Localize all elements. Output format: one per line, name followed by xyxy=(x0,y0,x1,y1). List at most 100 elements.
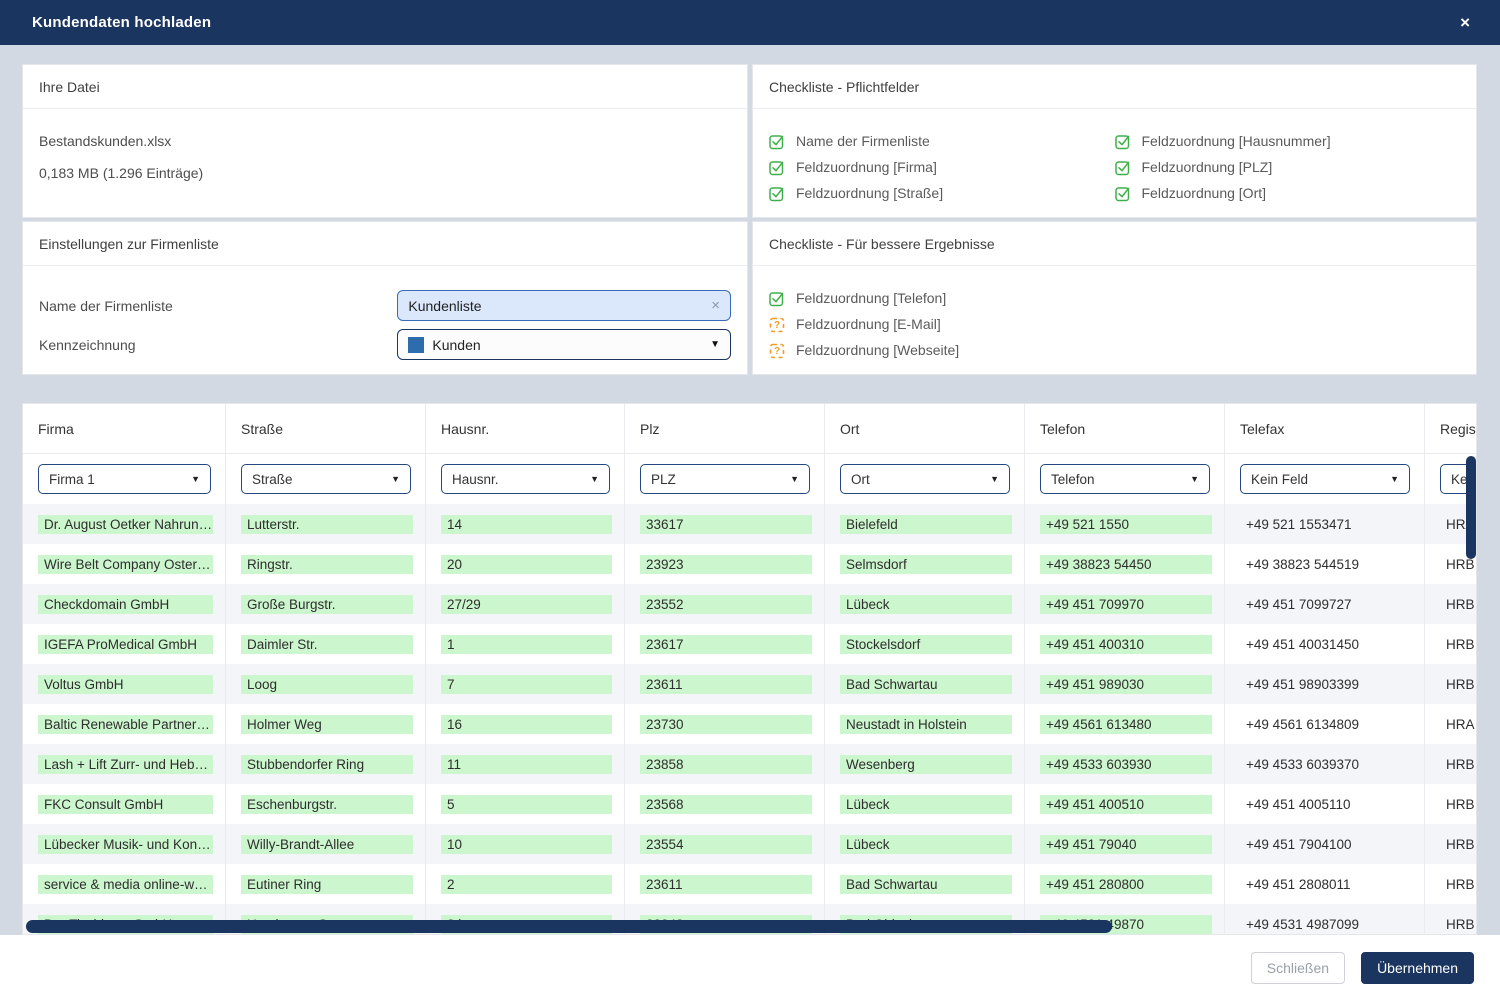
column-mapping-select[interactable]: Firma 1 ▼ xyxy=(38,464,211,494)
checked-icon xyxy=(769,290,786,307)
mapped-cell-value: Große Burgstr. xyxy=(241,595,413,614)
table-row: Lübecker Musik- und Kon…Willy-Brandt-All… xyxy=(23,824,1477,864)
required-checklist-title: Checkliste - Pflichtfelder xyxy=(753,65,1476,109)
chevron-down-icon: ▼ xyxy=(185,474,200,484)
table-cell: +49 451 709970 xyxy=(1025,584,1225,624)
mapped-cell-value: Daimler Str. xyxy=(241,635,413,654)
mapped-cell-value: Bad Schwartau xyxy=(840,875,1012,894)
table-cell: Bielefeld xyxy=(825,504,1025,544)
table-cell: Ringstr. xyxy=(226,544,426,584)
table-cell: Voltus GmbH xyxy=(23,664,226,704)
table-cell: Große Burgstr. xyxy=(226,584,426,624)
list-name-value: Kundenliste xyxy=(408,298,481,314)
mapped-cell-value: +49 4533 603930 xyxy=(1040,755,1212,774)
table-cell: +49 451 40031450 xyxy=(1225,624,1425,664)
table-cell: Selmsdorf xyxy=(825,544,1025,584)
settings-panel: Einstellungen zur Firmenliste Name der F… xyxy=(22,221,748,375)
table-row: FKC Consult GmbHEschenburgstr.523568Lübe… xyxy=(23,784,1477,824)
table-cell: HRB xyxy=(1425,664,1477,704)
column-mapping-select[interactable]: Straße▼ xyxy=(241,464,411,494)
table-cell: +49 451 4005110 xyxy=(1225,784,1425,824)
horizontal-scrollbar[interactable] xyxy=(26,920,1112,933)
column-mapping-select[interactable]: Hausnr.▼ xyxy=(441,464,610,494)
cell-value: +49 451 2808011 xyxy=(1240,875,1412,894)
column-mapping-cell: Straße▼ xyxy=(226,454,426,504)
close-button[interactable]: Schließen xyxy=(1251,952,1345,984)
column-header: Plz xyxy=(625,404,825,454)
mapped-cell-value: Lübeck xyxy=(840,595,1012,614)
table-cell: 23611 xyxy=(625,864,825,904)
table-cell: service & media online-w… xyxy=(23,864,226,904)
mapped-cell-value: 23611 xyxy=(640,875,812,894)
clear-input-icon[interactable]: × xyxy=(711,297,720,314)
question-icon: ? xyxy=(769,316,786,333)
mapped-cell-value: +49 451 709970 xyxy=(1040,595,1212,614)
mapping-select-value: Telefon xyxy=(1051,472,1095,487)
column-header: Telefax xyxy=(1225,404,1425,454)
apply-button[interactable]: Übernehmen xyxy=(1361,952,1474,984)
tag-select[interactable]: Kunden ▼ xyxy=(397,329,731,360)
table-cell: 5 xyxy=(426,784,625,824)
close-icon[interactable]: × xyxy=(1460,14,1470,31)
mapped-cell-value: 23858 xyxy=(640,755,812,774)
list-name-label: Name der Firmenliste xyxy=(39,298,397,314)
mapping-select-value: Firma 1 xyxy=(49,472,95,487)
mapping-select-value: Straße xyxy=(252,472,293,487)
table-cell: +49 451 79040 xyxy=(1025,824,1225,864)
required-checklist-panel: Checkliste - Pflichtfelder Name der Firm… xyxy=(752,64,1477,218)
mapped-cell-value: Ringstr. xyxy=(241,555,413,574)
table-cell: 33617 xyxy=(625,504,825,544)
table-cell: Dr. August Oetker Nahrun… xyxy=(23,504,226,544)
cell-value: +49 521 1553471 xyxy=(1240,515,1412,534)
cell-value: +49 451 4005110 xyxy=(1240,795,1412,814)
mapped-cell-value: Lash + Lift Zurr- und Heb… xyxy=(38,755,213,774)
mapped-cell-value: Lübeck xyxy=(840,795,1012,814)
column-header: Hausnr. xyxy=(426,404,625,454)
mapped-cell-value: Voltus GmbH xyxy=(38,675,213,694)
mapped-cell-value: +49 451 79040 xyxy=(1040,835,1212,854)
checklist-item-label: Feldzuordnung [Telefon] xyxy=(796,290,946,306)
column-mapping-cell: Telefon▼ xyxy=(1025,454,1225,504)
table-row: Wire Belt Company Oster…Ringstr.2023923S… xyxy=(23,544,1477,584)
table-cell: HRB xyxy=(1425,824,1477,864)
mapping-select-value: PLZ xyxy=(651,472,676,487)
table-cell: Eutiner Ring xyxy=(226,864,426,904)
checked-icon xyxy=(1115,185,1132,202)
mapped-cell-value: Wesenberg xyxy=(840,755,1012,774)
cell-value: HRB xyxy=(1440,835,1477,854)
column-mapping-select[interactable]: Telefon▼ xyxy=(1040,464,1210,494)
mapped-cell-value: Eschenburgstr. xyxy=(241,795,413,814)
column-mapping-select[interactable]: PLZ▼ xyxy=(640,464,810,494)
dialog-body: Ihre Datei Bestandskunden.xlsx 0,183 MB … xyxy=(0,45,1500,935)
column-mapping-select[interactable]: Ort▼ xyxy=(840,464,1010,494)
table-cell: HRA xyxy=(1425,704,1477,744)
top-panels: Ihre Datei Bestandskunden.xlsx 0,183 MB … xyxy=(22,64,1477,375)
table-cell: +49 4533 6039370 xyxy=(1225,744,1425,784)
cell-value: HRB xyxy=(1440,795,1477,814)
mapped-cell-value: Wire Belt Company Oster… xyxy=(38,555,213,574)
mapping-table: FirmaStraßeHausnr.PlzOrtTelefonTelefaxRe… xyxy=(22,403,1477,935)
table-cell: +49 451 2808011 xyxy=(1225,864,1425,904)
table-cell: 1 xyxy=(426,624,625,664)
mapped-cell-value: Lübeck xyxy=(840,835,1012,854)
column-mapping-select[interactable]: Kein Feld▼ xyxy=(1240,464,1410,494)
table-cell: +49 521 1553471 xyxy=(1225,504,1425,544)
table-row: Voltus GmbHLoog723611Bad Schwartau+49 45… xyxy=(23,664,1477,704)
table-cell: Checkdomain GmbH xyxy=(23,584,226,624)
vertical-scrollbar[interactable] xyxy=(1466,456,1476,559)
list-name-input[interactable]: Kundenliste × xyxy=(397,290,731,321)
table-cell: 14 xyxy=(426,504,625,544)
table-cell: +49 4561 6134809 xyxy=(1225,704,1425,744)
file-panel: Ihre Datei Bestandskunden.xlsx 0,183 MB … xyxy=(22,64,748,218)
checklist-item-label: Feldzuordnung [Firma] xyxy=(796,159,937,175)
svg-text:?: ? xyxy=(774,346,780,357)
cell-value: HRA xyxy=(1440,715,1477,734)
mapped-cell-value: 23611 xyxy=(640,675,812,694)
checklist-item-label: Feldzuordnung [Ort] xyxy=(1142,185,1267,201)
table-cell: Holmer Weg xyxy=(226,704,426,744)
mapped-cell-value: IGEFA ProMedical GmbH xyxy=(38,635,213,654)
mapped-cell-value: 1 xyxy=(441,635,612,654)
table-cell: IGEFA ProMedical GmbH xyxy=(23,624,226,664)
table-cell: FKC Consult GmbH xyxy=(23,784,226,824)
dialog-footer: Schließen Übernehmen xyxy=(0,935,1500,1001)
